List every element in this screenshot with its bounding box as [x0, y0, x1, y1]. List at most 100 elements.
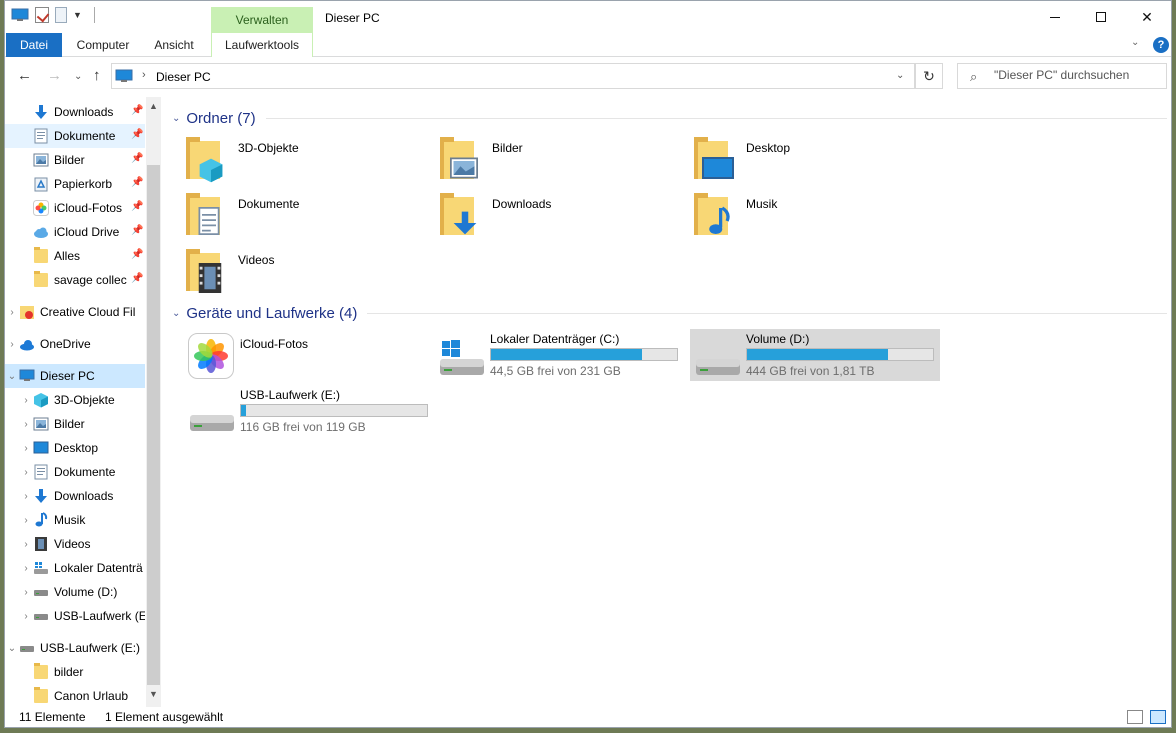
expand-chevron-icon[interactable]: › — [19, 563, 33, 574]
expand-chevron-icon[interactable]: › — [5, 339, 19, 350]
minimize-icon — [1050, 16, 1060, 18]
pin-icon: 📌 — [131, 225, 144, 236]
sidebar-item-bilder[interactable]: Bilder 📌 — [5, 148, 145, 172]
sidebar-item-icloud-fotos[interactable]: iCloud-Fotos 📌 — [5, 196, 145, 220]
expand-chevron-icon[interactable]: › — [19, 515, 33, 526]
properties-icon[interactable] — [35, 7, 49, 23]
sidebar-item-usb-laufwerk[interactable]: › USB-Laufwerk (E — [5, 604, 145, 628]
music-icon — [35, 512, 48, 527]
expand-chevron-icon[interactable]: › — [5, 307, 19, 318]
drive-tile-e[interactable]: USB-Laufwerk (E:) 116 GB frei von 119 GB — [184, 385, 434, 437]
recent-locations-icon[interactable]: ⌄ — [74, 71, 82, 82]
address-dropdown-icon[interactable]: ⌄ — [896, 70, 904, 81]
context-tab-verwalten: Verwalten — [211, 7, 313, 33]
expand-chevron-icon[interactable]: › — [19, 395, 33, 406]
sidebar-item-onedrive[interactable]: › OneDrive — [5, 332, 145, 356]
scrollbar-thumb[interactable] — [147, 165, 160, 685]
navigation-bar: ← → ⌄ ↑ › Dieser PC ⌄ ↻ ⌕ — [5, 58, 1171, 96]
videos-icon — [35, 537, 47, 551]
help-icon[interactable]: ? — [1153, 37, 1169, 53]
search-input[interactable] — [994, 68, 1159, 82]
onedrive-icon — [20, 340, 34, 351]
collapse-chevron-icon[interactable]: ⌄ — [5, 643, 19, 654]
sidebar-item-dieser-pc[interactable]: ⌄ Dieser PC — [5, 364, 145, 388]
collapse-chevron-icon[interactable]: ⌄ — [172, 113, 180, 124]
folder-tile-musik[interactable]: Musik — [684, 189, 934, 241]
sidebar-item-papierkorb[interactable]: Papierkorb 📌 — [5, 172, 145, 196]
sidebar-item-usb-laufwerk-root[interactable]: ⌄ USB-Laufwerk (E:) — [5, 636, 145, 660]
sidebar-item-dokumente[interactable]: › Dokumente — [5, 460, 145, 484]
sidebar-item-bilder[interactable]: › Bilder — [5, 412, 145, 436]
forward-button[interactable]: → — [47, 67, 62, 84]
expand-chevron-icon[interactable]: › — [19, 587, 33, 598]
tiles-view-icon[interactable] — [1150, 710, 1166, 724]
scroll-up-icon[interactable]: ▲ — [149, 101, 158, 111]
drive-icon — [34, 590, 48, 596]
expand-ribbon-icon[interactable]: ⌄ — [1131, 37, 1139, 48]
sidebar-item-creative-cloud[interactable]: › Creative Cloud Fil — [5, 300, 145, 324]
tab-ansicht[interactable]: Ansicht — [145, 33, 203, 57]
download-icon — [35, 489, 47, 503]
sidebar-item-icloud-drive[interactable]: iCloud Drive 📌 — [5, 220, 145, 244]
search-box[interactable]: ⌕ — [957, 63, 1167, 89]
sidebar-item-desktop[interactable]: › Desktop — [5, 436, 145, 460]
refresh-button[interactable]: ↻ — [915, 63, 943, 89]
desktop-icon — [33, 441, 49, 454]
drive-tile-c[interactable]: Lokaler Datenträger (C:) 44,5 GB frei vo… — [434, 329, 684, 381]
folder-tile-desktop[interactable]: Desktop — [684, 133, 934, 185]
sidebar-item-videos[interactable]: › Videos — [5, 532, 145, 556]
toolbar-divider — [93, 7, 95, 23]
sidebar-item-savage-collec[interactable]: savage collec 📌 — [5, 268, 145, 292]
item-count: 11 Elemente — [19, 710, 86, 724]
sidebar-item-dokumente[interactable]: Dokumente 📌 — [5, 124, 145, 148]
sidebar-item-musik[interactable]: › Musik — [5, 508, 145, 532]
sidebar-item-volume-d[interactable]: › Volume (D:) — [5, 580, 145, 604]
close-button[interactable]: ✕ — [1124, 1, 1170, 33]
device-tile-icloud-fotos[interactable]: iCloud-Fotos — [176, 329, 426, 381]
sidebar-item-lokaler-datentraeger[interactable]: › Lokaler Datenträ — [5, 556, 145, 580]
group-header-geraete[interactable]: ⌄ Geräte und Laufwerke (4) — [172, 303, 1167, 323]
collapse-chevron-icon[interactable]: ⌄ — [172, 308, 180, 319]
downloads-folder-icon — [440, 193, 480, 237]
expand-chevron-icon[interactable]: › — [19, 419, 33, 430]
minimize-button[interactable] — [1032, 1, 1078, 33]
expand-chevron-icon[interactable]: › — [19, 491, 33, 502]
sidebar-item-canon-urlaub[interactable]: Canon Urlaub — [5, 684, 145, 707]
folder-tile-downloads[interactable]: Downloads — [430, 189, 680, 241]
pictures-icon — [33, 417, 49, 431]
breadcrumb[interactable]: Dieser PC — [156, 70, 211, 84]
tab-laufwerktools[interactable]: Laufwerktools — [211, 33, 313, 57]
sidebar-item-downloads[interactable]: › Downloads — [5, 484, 145, 508]
tab-computer[interactable]: Computer — [67, 33, 139, 57]
customize-toolbar-icon[interactable]: ▼ — [73, 10, 82, 20]
expand-chevron-icon[interactable]: › — [19, 467, 33, 478]
address-bar[interactable]: › Dieser PC ⌄ — [111, 63, 915, 89]
up-button[interactable]: ↑ — [93, 67, 101, 84]
tab-datei[interactable]: Datei — [6, 33, 62, 57]
folder-tile-dokumente[interactable]: Dokumente — [176, 189, 426, 241]
icloud-photos-icon — [33, 200, 49, 216]
folder-icon — [33, 687, 49, 704]
sidebar-item-bilder-folder[interactable]: bilder — [5, 660, 145, 684]
folder-tile-bilder[interactable]: Bilder — [430, 133, 680, 185]
explorer-window: ▼ Verwalten Dieser PC ✕ Datei Computer A… — [4, 0, 1172, 728]
drive-tile-d[interactable]: Volume (D:) 444 GB frei von 1,81 TB — [690, 329, 940, 381]
maximize-button[interactable] — [1078, 1, 1124, 33]
expand-chevron-icon[interactable]: › — [19, 611, 33, 622]
new-folder-icon[interactable] — [55, 7, 67, 23]
sidebar-item-downloads[interactable]: Downloads 📌 — [5, 100, 145, 124]
sidebar-scrollbar[interactable]: ▲ ▼ — [146, 97, 161, 707]
folder-tile-videos[interactable]: Videos — [176, 245, 426, 297]
this-pc-icon[interactable] — [11, 8, 29, 22]
collapse-chevron-icon[interactable]: ⌄ — [5, 371, 19, 382]
expand-chevron-icon[interactable]: › — [19, 539, 33, 550]
group-header-ordner[interactable]: ⌄ Ordner (7) — [172, 108, 1167, 128]
folder-tile-3d-objekte[interactable]: 3D-Objekte — [176, 133, 426, 185]
details-view-icon[interactable] — [1127, 710, 1143, 724]
breadcrumb-separator-icon[interactable]: › — [142, 69, 146, 81]
scroll-down-icon[interactable]: ▼ — [149, 689, 158, 699]
sidebar-item-3d-objekte[interactable]: › 3D-Objekte — [5, 388, 145, 412]
back-button[interactable]: ← — [17, 67, 32, 84]
sidebar-item-alles[interactable]: Alles 📌 — [5, 244, 145, 268]
expand-chevron-icon[interactable]: › — [19, 443, 33, 454]
